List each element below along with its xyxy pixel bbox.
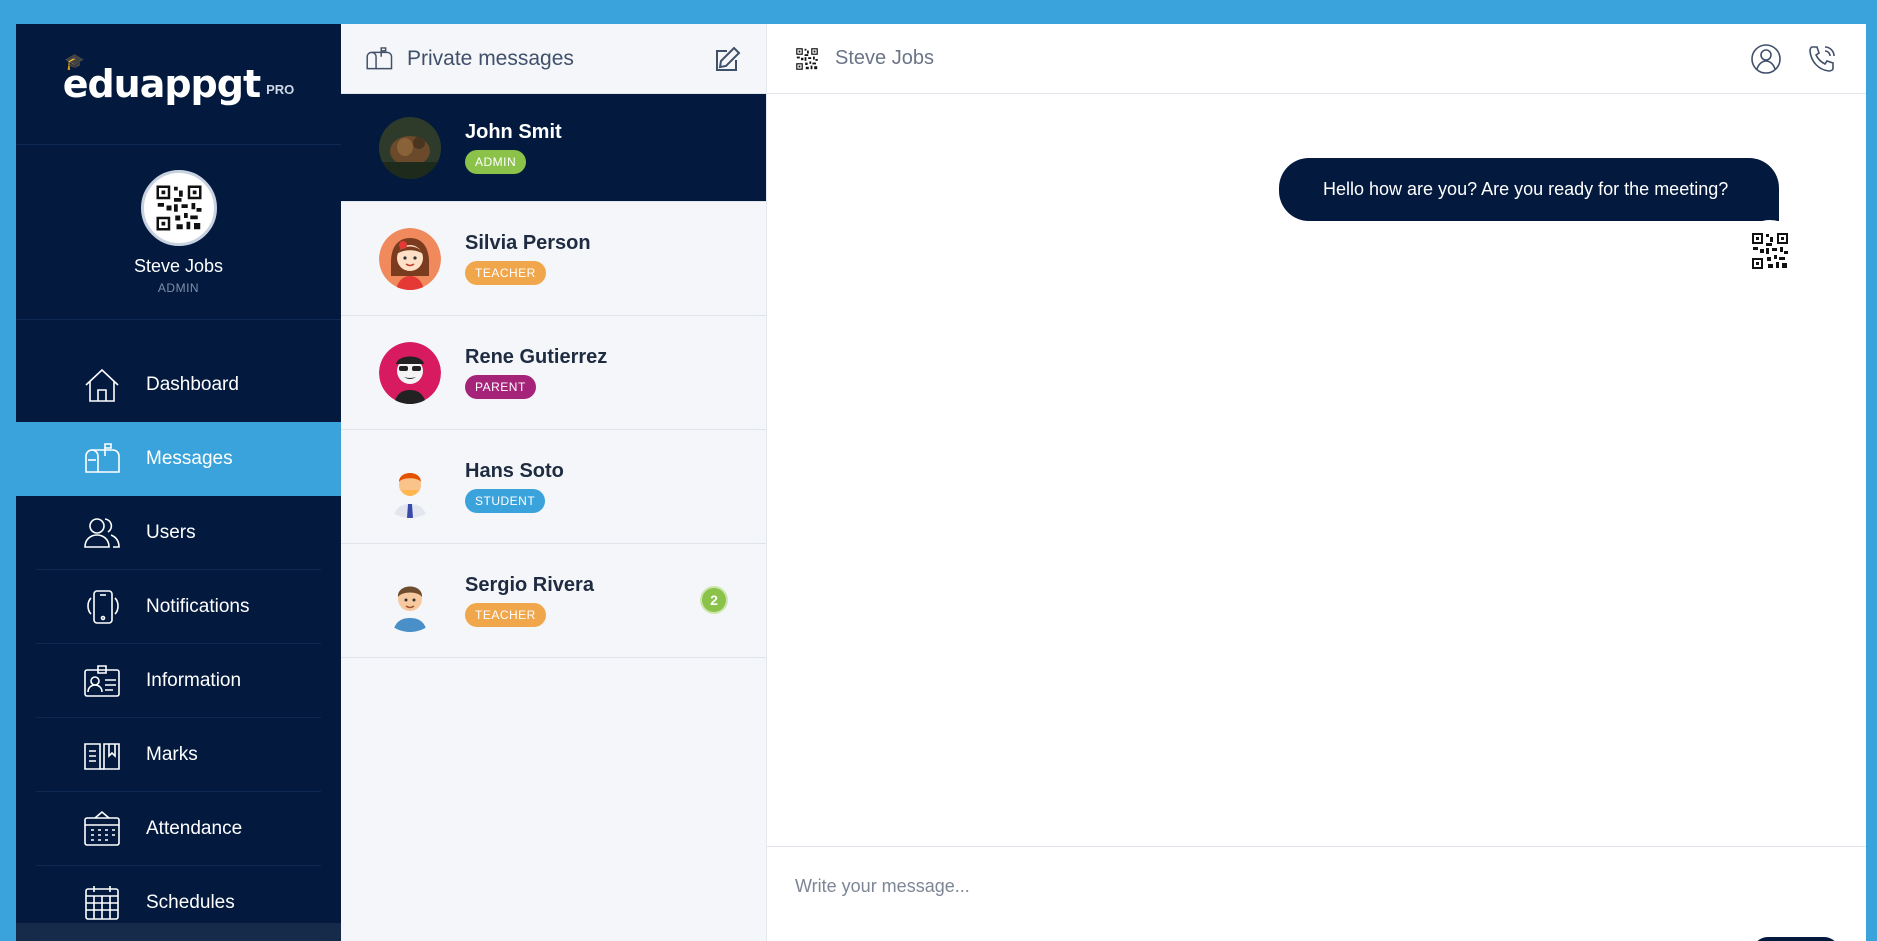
qr-code-avatar-icon: [153, 182, 204, 233]
conversation-list-header: Private messages: [341, 24, 766, 94]
sidebar: 🎓 eduappgt PRO Steve Jobs ADMIN Dashboard…: [16, 24, 351, 941]
graduation-cap-icon: 🎓: [64, 52, 85, 71]
profile-role: ADMIN: [157, 280, 200, 295]
role-badge: STUDENT: [465, 489, 546, 513]
phone-notification-icon: [82, 587, 122, 627]
conversation-item-john-smit[interactable]: John Smit ADMIN: [341, 94, 766, 202]
role-badge: ADMIN: [465, 150, 527, 174]
sidebar-item-label: Information: [146, 669, 242, 691]
sidebar-item-dashboard[interactable]: Dashboard: [36, 348, 321, 422]
avatar: [379, 227, 441, 290]
users-icon: [82, 513, 122, 553]
logo-suffix: PRO: [266, 81, 295, 97]
sidebar-item-notifications[interactable]: Notifications: [36, 570, 321, 644]
sidebar-item-label: Attendance: [146, 817, 243, 839]
profile-icon[interactable]: [1750, 43, 1782, 75]
book-icon: [82, 735, 122, 775]
sidebar-item-attendance[interactable]: Attendance: [36, 792, 321, 866]
role-badge: PARENT: [465, 375, 536, 399]
phone-call-icon[interactable]: [1806, 43, 1838, 75]
avatar: [379, 341, 441, 404]
sidebar-item-label: Notifications: [146, 595, 250, 617]
chat-title: Steve Jobs: [835, 47, 934, 69]
qr-code-avatar-icon: [1750, 231, 1790, 271]
conversation-item-silvia-person[interactable]: Silvia Person TEACHER: [341, 202, 766, 316]
role-badge: TEACHER: [465, 603, 546, 627]
message-bubble-outgoing: Hello how are you? Are you ready for the…: [1279, 158, 1779, 221]
app-window: 🎓 eduappgt PRO Steve Jobs ADMIN Dashboard…: [16, 24, 1866, 941]
brand-logo[interactable]: 🎓 eduappgt PRO: [16, 24, 341, 145]
mailbox-icon: [82, 439, 122, 479]
conversation-item-sergio-rivera[interactable]: Sergio Rivera TEACHER 2: [341, 544, 766, 658]
sidebar-item-label: Messages: [146, 448, 233, 469]
sidebar-nav: Dashboard Messages Users Notifications I…: [16, 348, 351, 940]
message-input[interactable]: [793, 875, 1697, 898]
user-profile: Steve Jobs ADMIN: [16, 145, 341, 320]
sidebar-item-messages[interactable]: Messages: [16, 422, 351, 496]
conversation-item-rene-gutierrez[interactable]: Rene Gutierrez PARENT: [341, 316, 766, 430]
sidebar-item-label: Users: [146, 521, 196, 543]
send-button[interactable]: [1752, 937, 1840, 941]
qr-code-avatar-icon: [795, 46, 819, 71]
chat-panel: Steve Jobs Hello how are you? Are you re…: [767, 24, 1866, 941]
contact-name: John Smit: [465, 121, 562, 143]
avatar: [379, 116, 441, 179]
calendar-board-icon: [82, 809, 122, 849]
message-composer: [767, 846, 1866, 941]
home-icon: [82, 365, 122, 405]
browser-status-bar: [16, 923, 341, 941]
conversation-list-title: Private messages: [407, 46, 574, 70]
logo-text: 🎓 eduappgt: [62, 52, 261, 106]
sidebar-item-users[interactable]: Users: [36, 496, 321, 570]
contact-name: Sergio Rivera: [465, 574, 594, 596]
id-card-icon: [82, 661, 122, 701]
sidebar-item-label: Marks: [146, 743, 198, 765]
sidebar-item-information[interactable]: Information: [36, 644, 321, 718]
mailbox-icon: [366, 46, 393, 69]
avatar: [379, 569, 441, 632]
message-sender-avatar: [1739, 220, 1801, 282]
sidebar-item-label: Schedules: [146, 891, 235, 913]
contact-name: Rene Gutierrez: [465, 346, 608, 368]
compose-icon[interactable]: [714, 45, 742, 73]
avatar: [379, 455, 441, 518]
conversation-item-hans-soto[interactable]: Hans Soto STUDENT: [341, 430, 766, 544]
sidebar-item-label: Dashboard: [146, 374, 239, 395]
unread-count-badge: 2: [700, 586, 728, 614]
role-badge: TEACHER: [465, 261, 546, 285]
avatar[interactable]: [140, 169, 217, 246]
contact-name: Hans Soto: [465, 460, 564, 482]
contact-name: Silvia Person: [465, 232, 591, 254]
sidebar-item-marks[interactable]: Marks: [36, 718, 321, 792]
conversation-list-panel: Private messages John Smit ADMIN Silvia …: [341, 24, 767, 941]
profile-name: Steve Jobs: [133, 255, 224, 276]
chat-header: Steve Jobs: [767, 24, 1866, 94]
calendar-icon: [82, 883, 122, 923]
